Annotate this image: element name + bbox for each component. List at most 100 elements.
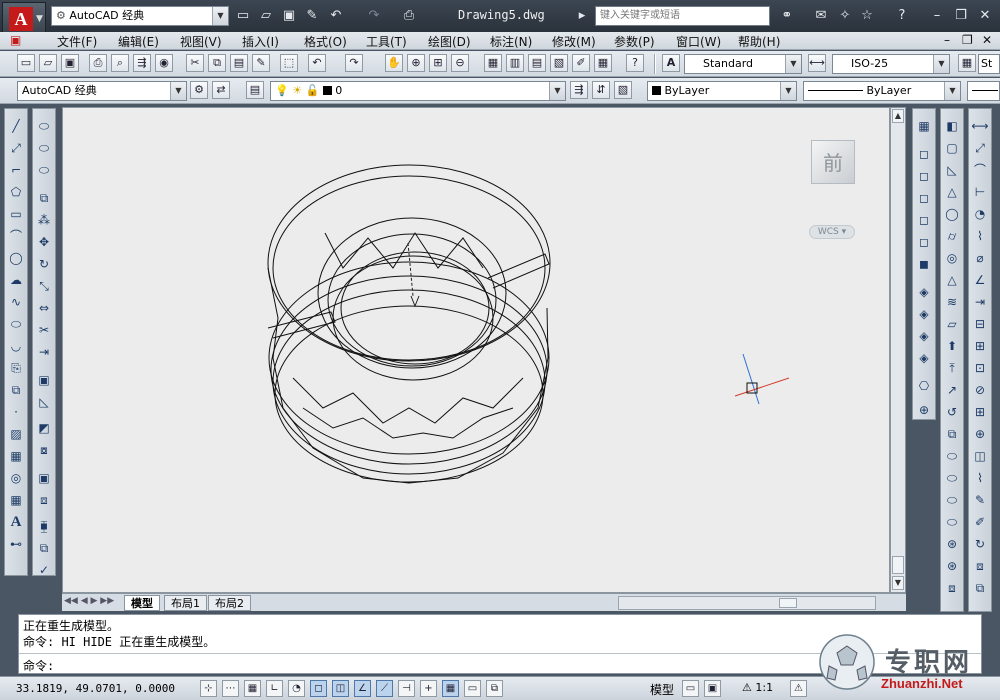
drawing-canvas[interactable]: 前 WCS ▾ <box>62 107 890 593</box>
wedge-solid-icon[interactable]: ◺ <box>943 161 961 179</box>
menu-modify[interactable]: 修改(M) <box>552 33 596 50</box>
check-icon[interactable]: ✓ <box>35 561 53 579</box>
continue-icon[interactable]: ⊞ <box>971 337 989 355</box>
right-view-icon[interactable]: ◻ <box>915 211 933 229</box>
3d-array-icon[interactable]: ⧈ <box>943 579 961 597</box>
extrude-icon[interactable]: ⬆ <box>943 337 961 355</box>
dim-style-icon[interactable]: ⧈ <box>971 557 989 575</box>
make-block-icon[interactable]: ⧉ <box>7 381 25 399</box>
color-select[interactable]: ByLayer ▼ <box>647 81 797 101</box>
dim-edit-icon[interactable]: ✎ <box>971 491 989 509</box>
grid-display-icon[interactable]: ▦ <box>244 680 261 697</box>
line-icon[interactable]: ╱ <box>7 117 25 135</box>
open-icon[interactable]: ▱ <box>39 54 57 72</box>
scroll-up-arrow-icon[interactable]: ▲ <box>892 109 904 123</box>
planar-surface-icon[interactable]: ▱ <box>943 315 961 333</box>
pyramid-icon[interactable]: △ <box>943 271 961 289</box>
box-solid-icon[interactable]: ▢ <box>943 139 961 157</box>
scale-icon[interactable]: ⤡ <box>35 277 53 295</box>
quick-properties-icon[interactable]: ▭ <box>464 680 481 697</box>
circle-icon[interactable]: ◯ <box>7 249 25 267</box>
command-prompt[interactable]: 命令: <box>23 657 54 674</box>
hscroll-thumb[interactable] <box>779 598 797 608</box>
zoom-realtime-icon[interactable]: ⊕ <box>407 54 425 72</box>
table-style-icon[interactable]: ▦ <box>958 54 976 72</box>
block-editor-icon[interactable]: ⬚ <box>280 54 298 72</box>
doc-restore-icon[interactable]: ❐ <box>962 33 973 47</box>
back-view-icon[interactable]: ◼ <box>915 255 933 273</box>
dim-override-icon[interactable]: ⧉ <box>971 579 989 597</box>
section-icon[interactable]: ⧯ <box>35 517 53 535</box>
star-icon[interactable]: ☆ <box>858 7 876 25</box>
intersect-icon[interactable]: ⬭ <box>943 491 961 509</box>
helix-icon[interactable]: ≋ <box>943 293 961 311</box>
cone-icon[interactable]: △ <box>943 183 961 201</box>
search-input[interactable]: 键入关键字或短语 <box>595 6 770 26</box>
document-menu-icon[interactable]: ▣ <box>10 33 21 47</box>
text-style-select[interactable]: Standard ▼ <box>684 54 802 74</box>
chevron-down-icon[interactable]: ▼ <box>785 55 801 73</box>
dynamic-input-icon[interactable]: ⊣ <box>398 680 415 697</box>
3d-move-icon[interactable]: ⬭ <box>943 513 961 531</box>
insert-block-icon[interactable]: ⎘ <box>7 359 25 377</box>
publish-icon[interactable]: ⇶ <box>133 54 151 72</box>
new-file-icon[interactable]: ▭ <box>234 7 252 25</box>
loft-icon[interactable]: ⧉ <box>943 425 961 443</box>
jogged-linear-icon[interactable]: ⌇ <box>971 469 989 487</box>
object-snap-icon[interactable]: ◻ <box>310 680 327 697</box>
chevron-down-icon[interactable]: ▼ <box>549 82 565 100</box>
revision-cloud-icon[interactable]: ☁ <box>7 271 25 289</box>
layer-previous-icon[interactable]: ⇵ <box>592 81 610 99</box>
properties-icon[interactable]: ▦ <box>484 54 502 72</box>
jogged-icon[interactable]: ⌇ <box>971 227 989 245</box>
erase-icon[interactable]: ⬭ <box>35 117 53 135</box>
tab-nav-arrows-icon[interactable]: ◀◀ ◀ ▶ ▶▶ <box>64 596 114 606</box>
polysolid-icon[interactable]: ◧ <box>943 117 961 135</box>
sheet-set-icon[interactable]: ▧ <box>550 54 568 72</box>
camera-icon[interactable]: ⎔ <box>915 377 933 395</box>
menu-window[interactable]: 窗口(W) <box>676 33 721 50</box>
subtract-icon[interactable]: ⬭ <box>943 469 961 487</box>
dim-text-edit-icon[interactable]: ✐ <box>971 513 989 531</box>
application-menu-button[interactable]: A ▼ <box>2 2 46 34</box>
layer-select[interactable]: 💡 ☀ 🔓 0 ▼ <box>270 81 566 101</box>
ellipse-icon[interactable]: ⬭ <box>7 315 25 333</box>
zoom-previous-icon[interactable]: ⊖ <box>451 54 469 72</box>
favorites-icon[interactable]: ✧ <box>836 7 854 25</box>
torus-icon[interactable]: ◎ <box>943 249 961 267</box>
polygon-icon[interactable]: ⬠ <box>7 183 25 201</box>
center-mark-icon[interactable]: ⊕ <box>971 425 989 443</box>
menu-dimension[interactable]: 标注(N) <box>490 33 532 50</box>
redo-icon[interactable]: ↷ <box>365 7 383 25</box>
wedge-icon[interactable]: ◺ <box>35 393 53 411</box>
paste-icon[interactable]: ▤ <box>230 54 248 72</box>
tool-palettes-icon[interactable]: ▤ <box>528 54 546 72</box>
workspace-select[interactable]: ⚙ AutoCAD 经典 ▼ <box>51 6 229 26</box>
move-icon[interactable]: ✥ <box>35 233 53 251</box>
dim-style-icon[interactable]: ⟷ <box>808 54 826 72</box>
communication-center-icon[interactable]: ✉ <box>812 7 830 25</box>
snap-mode-icon[interactable]: ⋯ <box>222 680 239 697</box>
se-iso-icon[interactable]: ◈ <box>915 305 933 323</box>
tab-model[interactable]: 模型 <box>124 595 160 611</box>
undo-icon[interactable]: ↶ <box>308 54 326 72</box>
minimize-icon[interactable]: – <box>928 7 946 25</box>
diameter-icon[interactable]: ⌀ <box>971 249 989 267</box>
save-as-icon[interactable]: ✎ <box>303 7 321 25</box>
zoom-extents-icon[interactable]: ⊕ <box>915 401 933 419</box>
front-view-icon[interactable]: ◻ <box>915 233 933 251</box>
gradient-icon[interactable]: ▦ <box>7 447 25 465</box>
face-icon[interactable]: ▣ <box>35 469 53 487</box>
slice-icon[interactable]: ⧉ <box>35 539 53 557</box>
menu-tools[interactable]: 工具(T) <box>366 33 407 50</box>
menu-help[interactable]: 帮助(H) <box>738 33 780 50</box>
quick-view-drawings-icon[interactable]: ▣ <box>704 680 721 697</box>
plot-icon[interactable]: ⎙ <box>89 54 107 72</box>
help-icon[interactable]: ? <box>626 54 644 72</box>
spline-icon[interactable]: ∿ <box>7 293 25 311</box>
plot-preview-icon[interactable]: ⌕ <box>111 54 129 72</box>
break-icon[interactable]: ⊘ <box>971 381 989 399</box>
save-icon[interactable]: ▣ <box>61 54 79 72</box>
qnew-icon[interactable]: ▭ <box>17 54 35 72</box>
arc-icon[interactable]: ⌒ <box>7 227 25 245</box>
